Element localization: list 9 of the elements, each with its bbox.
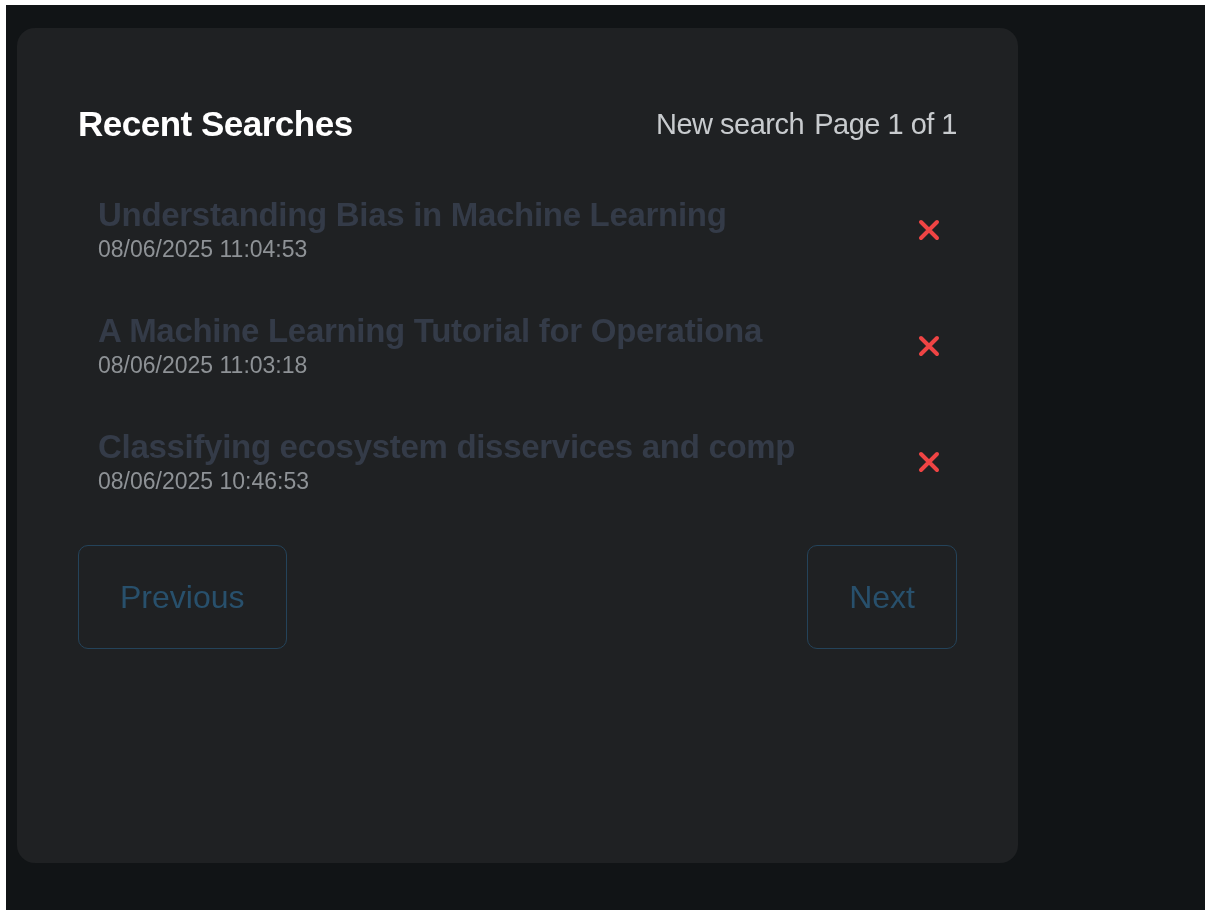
- search-date: 08/06/2025 10:46:53: [98, 468, 310, 495]
- delete-icon[interactable]: [917, 217, 941, 242]
- search-date: 08/06/2025 11:03:18: [98, 352, 308, 379]
- panel-title: Recent Searches: [78, 104, 353, 144]
- delete-icon[interactable]: [917, 333, 941, 358]
- delete-icon[interactable]: [917, 449, 941, 474]
- search-date: 08/06/2025 11:04:53: [98, 236, 308, 263]
- page-info: Page 1 of 1: [814, 107, 957, 141]
- new-search-link[interactable]: New search: [656, 107, 805, 141]
